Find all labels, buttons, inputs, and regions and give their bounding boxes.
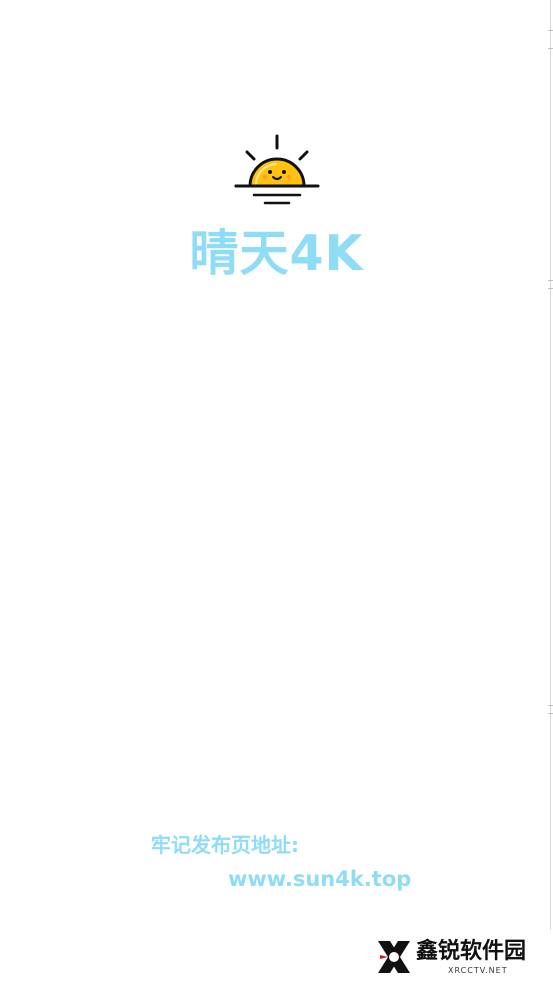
watermark-domain: XRCCTV.NET — [448, 966, 508, 975]
watermark-name: 鑫锐软件园 — [416, 939, 527, 964]
release-page-label: 牢记发布页地址: — [151, 833, 299, 857]
app-title: 晴天4K — [189, 225, 364, 282]
watermark-logo-icon — [374, 937, 414, 977]
sun-icon — [234, 134, 320, 206]
watermark: 鑫锐软件园 XRCCTV.NET — [374, 937, 539, 979]
release-page-url[interactable]: www.sun4k.top — [228, 864, 411, 894]
window-edge-marks — [547, 30, 553, 730]
